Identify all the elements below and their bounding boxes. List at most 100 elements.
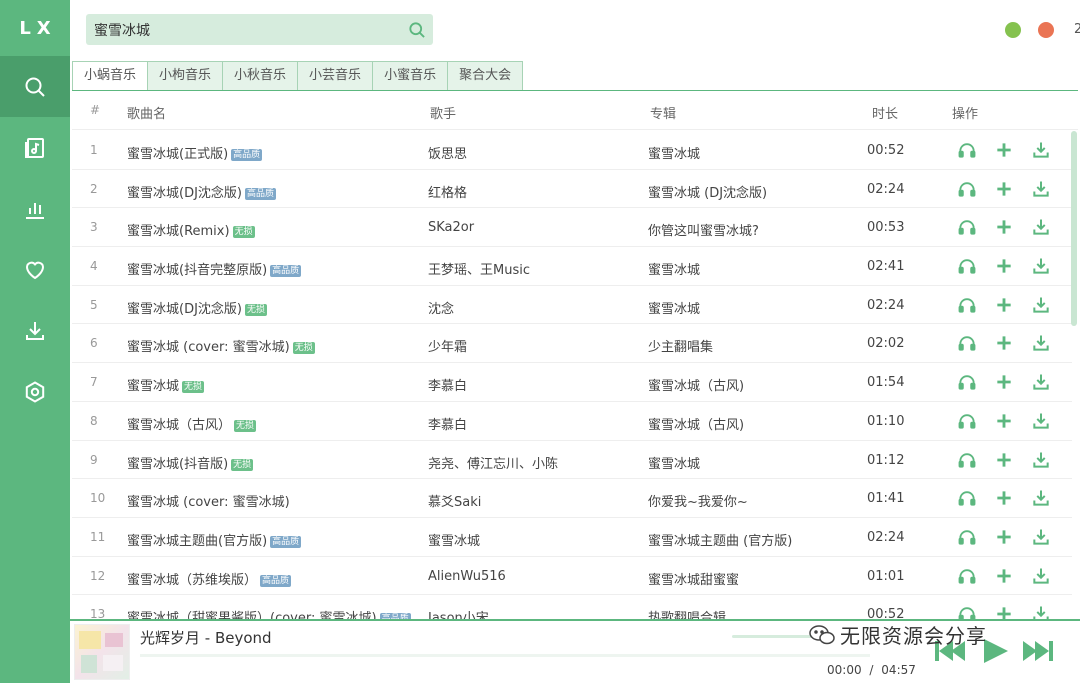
table-row[interactable]: 4 蜜雪冰城(抖音完整原版) 高品质 王梦瑶、王Music 蜜雪冰城 02:41 bbox=[72, 247, 1072, 286]
add-to-list-button[interactable] bbox=[985, 333, 1022, 353]
tab-source[interactable]: 小枸音乐 bbox=[148, 61, 224, 91]
plus-icon bbox=[994, 527, 1014, 547]
tab-source[interactable]: 小秋音乐 bbox=[223, 61, 299, 91]
nav-search[interactable] bbox=[0, 56, 70, 117]
listen-button[interactable] bbox=[948, 295, 985, 315]
nav-settings[interactable] bbox=[0, 361, 70, 422]
add-to-list-button[interactable] bbox=[985, 217, 1022, 237]
progress-bar[interactable] bbox=[140, 654, 870, 657]
listen-button[interactable] bbox=[948, 256, 985, 276]
listen-button[interactable] bbox=[948, 604, 985, 619]
sidebar: LX bbox=[0, 0, 70, 683]
scrollbar[interactable] bbox=[1071, 131, 1077, 326]
row-actions bbox=[948, 256, 1059, 276]
download-button[interactable] bbox=[1022, 604, 1059, 619]
album-cover[interactable] bbox=[74, 624, 130, 680]
add-to-list-button[interactable] bbox=[985, 450, 1022, 470]
download-button[interactable] bbox=[1022, 217, 1059, 237]
listen-button[interactable] bbox=[948, 179, 985, 199]
download-icon bbox=[1031, 333, 1051, 353]
table-row[interactable]: 2 蜜雪冰城(DJ沈念版) 高品质 红格格 蜜雪冰城 (DJ沈念版) 02:24 bbox=[72, 170, 1072, 209]
song-name: 蜜雪冰城(Remix) 无损 bbox=[127, 220, 255, 239]
add-to-list-button[interactable] bbox=[985, 527, 1022, 547]
listen-button[interactable] bbox=[948, 411, 985, 431]
listen-button[interactable] bbox=[948, 140, 985, 160]
add-to-list-button[interactable] bbox=[985, 411, 1022, 431]
nav-favorites[interactable] bbox=[0, 239, 70, 300]
table-row[interactable]: 8 蜜雪冰城（古风） 无损 李慕白 蜜雪冰城（古风) 01:10 bbox=[72, 402, 1072, 441]
download-button[interactable] bbox=[1022, 450, 1059, 470]
listen-button[interactable] bbox=[948, 333, 985, 353]
song-duration: 02:24 bbox=[867, 297, 905, 313]
tab-source[interactable]: 小蜜音乐 bbox=[373, 61, 449, 91]
table-row[interactable]: 9 蜜雪冰城(抖音版) 无损 尧尧、傅江忘川、小陈 蜜雪冰城 01:12 bbox=[72, 441, 1072, 480]
song-title: 蜜雪冰城（苏维埃版） bbox=[127, 572, 258, 588]
download-button[interactable] bbox=[1022, 256, 1059, 276]
table-row[interactable]: 12 蜜雪冰城（苏维埃版） 高品质 AlienWu516 蜜雪冰城甜蜜蜜 01:01 bbox=[72, 557, 1072, 596]
song-artist: 李慕白 bbox=[428, 417, 468, 433]
plus-icon bbox=[994, 140, 1014, 160]
tab-source[interactable]: 小蜗音乐 bbox=[72, 61, 149, 91]
table-row[interactable]: 5 蜜雪冰城(DJ沈念版) 无损 沈念 蜜雪冰城 02:24 bbox=[72, 286, 1072, 325]
close-button[interactable] bbox=[1038, 22, 1054, 38]
row-actions bbox=[948, 372, 1059, 392]
add-to-list-button[interactable] bbox=[985, 295, 1022, 315]
nav-song-list[interactable] bbox=[0, 117, 70, 178]
song-album: 蜜雪冰城（古风) bbox=[648, 417, 745, 433]
download-button[interactable] bbox=[1022, 295, 1059, 315]
next-button[interactable] bbox=[1020, 637, 1056, 665]
quality-badge: 无损 bbox=[232, 226, 255, 239]
song-artist: AlienWu516 bbox=[428, 568, 506, 584]
minimize-button[interactable] bbox=[1005, 22, 1021, 38]
download-button[interactable] bbox=[1022, 411, 1059, 431]
download-icon bbox=[1031, 295, 1051, 315]
listen-button[interactable] bbox=[948, 566, 985, 586]
wechat-icon bbox=[809, 625, 835, 645]
table-row[interactable]: 1 蜜雪冰城(正式版) 高品质 饭思思 蜜雪冰城 00:52 bbox=[72, 131, 1072, 170]
download-button[interactable] bbox=[1022, 566, 1059, 586]
download-button[interactable] bbox=[1022, 179, 1059, 199]
add-to-list-button[interactable] bbox=[985, 566, 1022, 586]
listen-button[interactable] bbox=[948, 372, 985, 392]
tab-source[interactable]: 聚合大会 bbox=[448, 61, 524, 91]
listen-button[interactable] bbox=[948, 217, 985, 237]
song-album: 你爱我~我爱你~ bbox=[648, 495, 748, 511]
listen-button[interactable] bbox=[948, 488, 985, 508]
download-button[interactable] bbox=[1022, 333, 1059, 353]
row-actions bbox=[948, 604, 1059, 619]
search-icon[interactable] bbox=[407, 20, 427, 40]
tab-divider bbox=[72, 90, 1078, 91]
download-button[interactable] bbox=[1022, 372, 1059, 392]
add-to-list-button[interactable] bbox=[985, 604, 1022, 619]
add-to-list-button[interactable] bbox=[985, 372, 1022, 392]
headphones-icon bbox=[957, 527, 977, 547]
song-index: 10 bbox=[90, 491, 106, 506]
song-index: 1 bbox=[90, 143, 98, 157]
table-row[interactable]: 13 蜜雪冰城（甜蜜果酱版）(cover: 蜜雪冰城)高品质 Jason小宋 热歌翻唱… bbox=[72, 595, 1072, 619]
download-button[interactable] bbox=[1022, 488, 1059, 508]
table-row[interactable]: 6 蜜雪冰城 (cover: 蜜雪冰城) 无损 少年霜 少主翻唱集 02:02 bbox=[72, 324, 1072, 364]
nav-leaderboard[interactable] bbox=[0, 178, 70, 239]
table-row[interactable]: 7 蜜雪冰城 无损 李慕白 蜜雪冰城（古风) 01:54 bbox=[72, 363, 1072, 402]
row-actions bbox=[948, 450, 1059, 470]
add-to-list-button[interactable] bbox=[985, 140, 1022, 160]
add-to-list-button[interactable] bbox=[985, 179, 1022, 199]
tab-source[interactable]: 小芸音乐 bbox=[298, 61, 374, 91]
download-icon bbox=[1031, 566, 1051, 586]
download-icon bbox=[1031, 488, 1051, 508]
table-row[interactable]: 10 蜜雪冰城 (cover: 蜜雪冰城) 慕爻Saki 你爱我~我爱你~ 01:41 bbox=[72, 479, 1072, 518]
add-to-list-button[interactable] bbox=[985, 256, 1022, 276]
listen-button[interactable] bbox=[948, 450, 985, 470]
add-to-list-button[interactable] bbox=[985, 488, 1022, 508]
volume-slider[interactable] bbox=[732, 635, 812, 638]
song-name: 蜜雪冰城（苏维埃版） 高品质 bbox=[127, 569, 292, 588]
table-row[interactable]: 11 蜜雪冰城主题曲(官方版) 高品质 蜜雪冰城 蜜雪冰城主题曲 (官方版) 02:24 bbox=[72, 518, 1072, 557]
nav-downloads[interactable] bbox=[0, 300, 70, 361]
search-input[interactable] bbox=[86, 14, 386, 45]
song-duration: 02:02 bbox=[867, 336, 905, 352]
download-button[interactable] bbox=[1022, 140, 1059, 160]
download-button[interactable] bbox=[1022, 527, 1059, 547]
song-title: 蜜雪冰城 bbox=[127, 379, 180, 395]
table-row[interactable]: 3 蜜雪冰城(Remix) 无损 SKa2or 你管这叫蜜雪冰城? 00:53 bbox=[72, 208, 1072, 248]
listen-button[interactable] bbox=[948, 527, 985, 547]
